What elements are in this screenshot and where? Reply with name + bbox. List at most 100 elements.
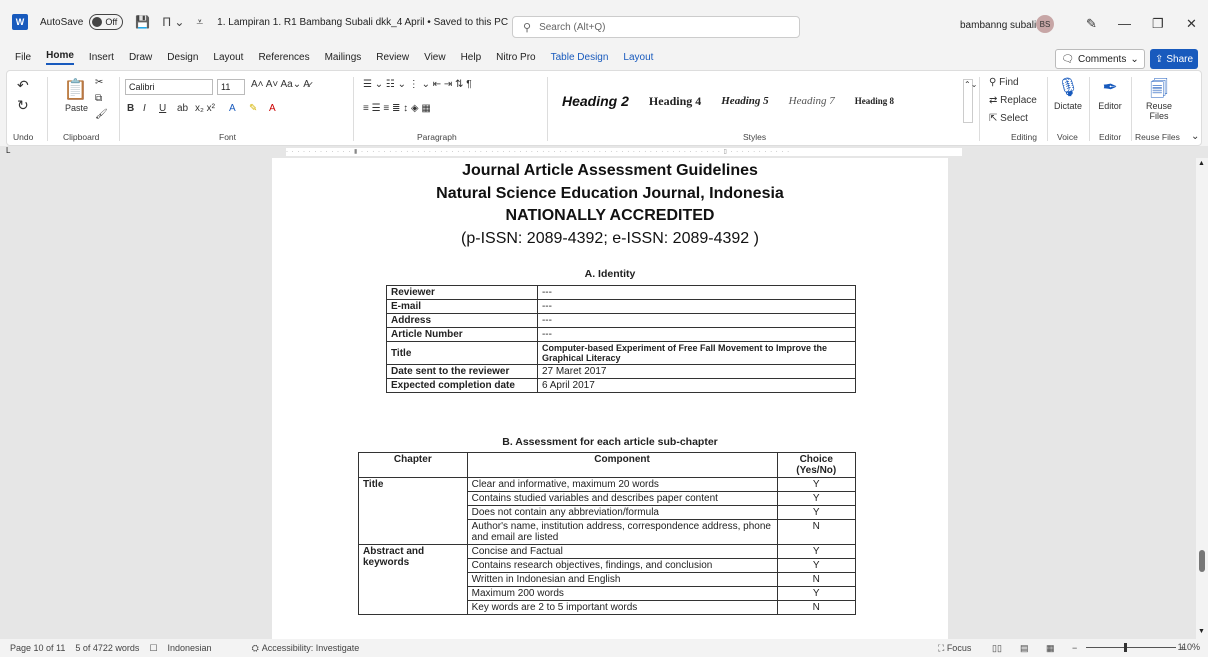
scroll-up-icon[interactable]: ▲ [1198,160,1205,167]
web-layout-icon[interactable]: ▦ [1046,643,1055,654]
pen-icon[interactable]: ✎ [1086,16,1097,32]
menu-layout[interactable]: Layout [213,52,243,63]
document-canvas[interactable]: Journal Article Assessment Guidelines Na… [0,158,1196,639]
choice-cell[interactable]: Y [776,558,856,573]
format-painter-icon[interactable]: 🖌 [95,109,108,120]
search-box[interactable]: ⚲ Search (Alt+Q) [512,16,800,38]
autosave-toggle[interactable]: Off [89,14,124,30]
style-heading-4[interactable]: Heading 4 [639,94,711,109]
avatar[interactable]: BS [1036,15,1054,33]
choice-cell[interactable]: Y [776,477,856,492]
identity-value[interactable]: --- [536,327,857,342]
identity-value[interactable]: 6 April 2017 [536,378,857,393]
focus-button[interactable]: ⛶ Focus [938,643,971,654]
find-button[interactable]: ⚲ Find [989,77,1019,88]
underline-icon[interactable]: U [159,103,166,114]
reuse-label: Reuse Files [1145,101,1172,121]
reuse-files-button[interactable]: 🗐 Reuse Files [1139,77,1179,121]
scroll-thumb[interactable] [1199,550,1205,572]
paste-icon[interactable]: 📋 [63,77,88,102]
scroll-down-icon[interactable]: ▼ [1198,628,1205,635]
menu-draw[interactable]: Draw [129,52,152,63]
italic-icon[interactable]: I [143,103,146,114]
menu-design[interactable]: Design [167,52,198,63]
document-title[interactable]: 1. Lampiran 1. R1 Bambang Subali dkk_4 A… [217,17,519,28]
proofing-icon[interactable]: ☐ [149,643,157,654]
grow-font-icon[interactable]: A˄ A˅ Aa⌄ A̷ [251,79,310,90]
font-size-select[interactable]: 11 [217,79,245,95]
highlight-icon[interactable]: ✎ [249,103,257,114]
menu-file[interactable]: File [15,52,31,63]
editor-button[interactable]: ✒ Editor [1093,77,1127,111]
collapse-ribbon-icon[interactable]: ⌄ [1191,131,1199,142]
font-name-select[interactable]: Calibri [125,79,213,95]
copy-icon[interactable]: ⧉ [95,93,102,104]
menu-view[interactable]: View [424,52,446,63]
language[interactable]: Indonesian [168,643,212,653]
quick-access-icon[interactable]: Π ⌄ [162,15,184,29]
cut-icon[interactable]: ✂ [95,77,103,88]
menu-help[interactable]: Help [461,52,482,63]
choice-cell[interactable]: Y [776,505,856,520]
styles-scroll-icon[interactable]: ⌃⌄ [963,79,977,123]
zoom-out-icon[interactable]: − [1072,643,1077,653]
align-icons[interactable]: ≡ ☰ ≡ ≣ ↕ ◈ ▦ [363,103,431,114]
read-mode-icon[interactable]: ▯▯ [992,643,1002,654]
strikethrough-icon[interactable]: ab [177,103,188,114]
restore-icon[interactable]: ❐ [1152,16,1164,32]
style-heading-8[interactable]: Heading 8 [845,96,904,106]
text-effects-icon[interactable]: A [229,103,236,114]
print-layout-icon[interactable]: ▤ [1020,643,1029,654]
menu-references[interactable]: References [258,52,309,63]
document-page[interactable]: Journal Article Assessment Guidelines Na… [272,158,948,639]
style-heading-5[interactable]: Heading 5 [711,95,778,107]
menu-home[interactable]: Home [46,50,74,65]
accessibility-status[interactable]: Accessibility: Investigate [262,643,360,653]
zoom-slider-thumb[interactable] [1124,643,1127,652]
minimize-icon[interactable]: — [1118,16,1131,31]
page-count[interactable]: Page 10 of 11 [10,643,65,653]
zoom-slider[interactable] [1086,647,1176,648]
menu-table-design[interactable]: Table Design [551,52,609,63]
choice-cell[interactable]: N [776,600,856,615]
save-icon[interactable]: 💾 [135,15,150,29]
redo-icon[interactable]: ↻ [17,97,29,114]
doc-title-line-3: NATIONALLY ACCREDITED [505,207,715,224]
user-name[interactable]: bambanng subali [960,20,1036,31]
word-count[interactable]: 5 of 4722 words [75,643,139,653]
font-color-icon[interactable]: A [269,103,276,114]
bold-icon[interactable]: B [127,103,134,114]
customize-toolbar-icon[interactable]: ⩡ [196,15,203,30]
identity-value[interactable]: --- [536,313,857,328]
menu-insert[interactable]: Insert [89,52,114,63]
menu-table-layout[interactable]: Layout [623,52,653,63]
close-icon[interactable]: ✕ [1186,16,1197,32]
choice-cell[interactable]: Y [776,544,856,559]
accessibility-icon[interactable]: ⛭ [252,643,259,654]
menu-nitro[interactable]: Nitro Pro [496,52,535,63]
subscript-icon[interactable]: x₂ x² [195,103,215,114]
zoom-level[interactable]: 110% [1178,642,1200,652]
style-heading-7[interactable]: Heading 7 [779,95,845,107]
choice-cell[interactable]: Y [776,586,856,601]
vertical-scrollbar[interactable]: ▲ ▼ [1196,158,1208,639]
dictate-button[interactable]: 🎙 Dictate [1051,77,1085,111]
bullets-icon[interactable]: ☰ ⌄ ☷ ⌄ ⋮ ⌄ ⇤ ⇥ ⇅ ¶ [363,79,472,90]
choice-cell[interactable]: N [776,519,856,545]
ruler[interactable]: L · · · · · · · · · · · · ▮ · · · · · · … [0,146,1208,158]
menu-mailings[interactable]: Mailings [325,52,362,63]
replace-button[interactable]: ⇄ Replace [989,95,1037,106]
identity-value[interactable]: --- [536,285,857,300]
identity-value[interactable]: Computer-based Experiment of Free Fall M… [536,341,857,365]
identity-value[interactable]: 27 Maret 2017 [536,364,857,379]
choice-cell[interactable]: N [776,572,856,587]
select-button[interactable]: ⇱ Select [989,113,1028,124]
choice-cell[interactable]: Y [776,491,856,506]
share-button[interactable]: ⇪ Share [1150,49,1198,69]
identity-value[interactable]: --- [536,299,857,314]
comments-button[interactable]: 🗨 Comments ⌄ [1055,49,1145,69]
tab-selector-icon[interactable]: L [6,146,10,155]
undo-icon[interactable]: ↶ [17,77,29,94]
menu-review[interactable]: Review [376,52,409,63]
style-heading-2[interactable]: Heading 2 [552,93,639,109]
